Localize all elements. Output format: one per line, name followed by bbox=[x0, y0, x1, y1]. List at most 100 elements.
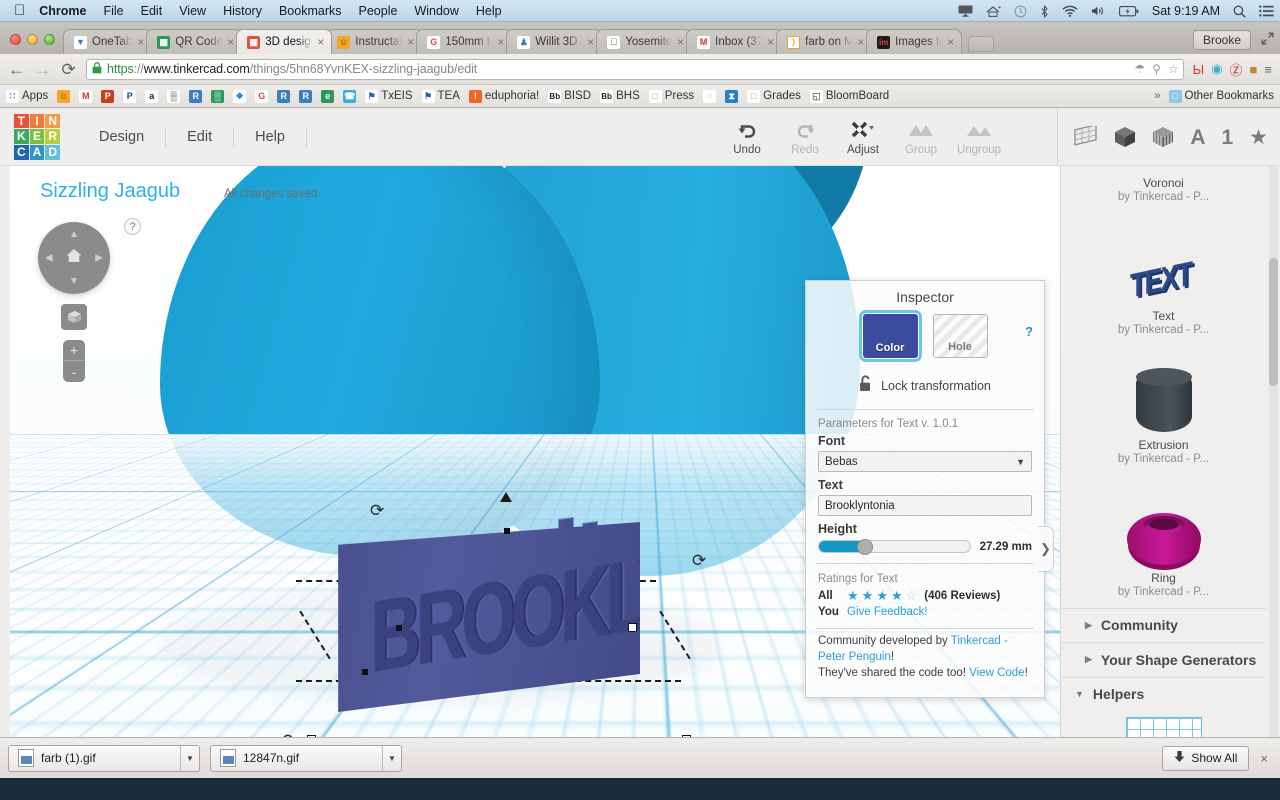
view-right-icon[interactable]: ▶ bbox=[95, 253, 103, 264]
tinkercad-logo[interactable]: T I N K E R C A D bbox=[14, 114, 60, 160]
slider-knob[interactable] bbox=[857, 539, 873, 555]
browser-tab[interactable]: G 150mm to × bbox=[416, 29, 512, 54]
design-title[interactable]: Sizzling Jaagub bbox=[40, 180, 180, 203]
resize-handle-tr[interactable] bbox=[628, 623, 637, 632]
bookmark-gmail[interactable]: M bbox=[79, 90, 92, 103]
download-menu-icon[interactable]: ▼ bbox=[180, 746, 199, 771]
question-mark-icon[interactable]: ? bbox=[124, 218, 141, 235]
maximize-window-button[interactable] bbox=[44, 34, 55, 45]
resize-handle-left-mid[interactable] bbox=[362, 669, 368, 675]
bookmark-hourglass[interactable]: ⧗ bbox=[725, 90, 738, 103]
hole-swatch-button[interactable]: Hole bbox=[933, 314, 988, 358]
close-tab-icon[interactable]: × bbox=[947, 35, 957, 49]
browser-tab[interactable]: ▼ OneTab × bbox=[63, 29, 152, 54]
view-code-link[interactable]: View Code bbox=[969, 667, 1024, 679]
rotate-handle-bottom[interactable]: ↷ bbox=[282, 731, 296, 737]
bookmark-paypal[interactable]: P bbox=[123, 90, 136, 103]
bookmark-remind2[interactable]: R bbox=[277, 90, 290, 103]
star-icon[interactable]: ★ bbox=[862, 588, 874, 604]
yandex-icon[interactable]: Ы bbox=[1193, 62, 1205, 77]
browser-tab[interactable]: ♟ Willit 3D P × bbox=[506, 29, 602, 54]
shield-icon[interactable]: ☂ bbox=[1134, 62, 1145, 76]
menu-help[interactable]: Help bbox=[234, 127, 307, 147]
ungroup-button[interactable]: Ungroup bbox=[950, 119, 1008, 156]
star-icon-empty[interactable]: ☆ bbox=[906, 588, 918, 604]
battery-icon[interactable] bbox=[1119, 6, 1139, 17]
menu-edit[interactable]: Edit bbox=[166, 127, 234, 147]
profile-button[interactable]: Brooke bbox=[1193, 30, 1251, 50]
browser-tab[interactable]: ⟩ farb on Ma × bbox=[776, 29, 872, 54]
height-slider[interactable] bbox=[818, 540, 971, 553]
rotate-handle-right[interactable]: ⟳ bbox=[692, 551, 706, 571]
give-feedback-link[interactable]: Give Feedback! bbox=[847, 606, 928, 618]
view-down-icon[interactable]: ▼ bbox=[69, 276, 79, 287]
shape-item-ring[interactable]: Ring by Tinkercad - P... bbox=[1061, 475, 1266, 608]
lock-transformation-row[interactable]: Lock transformation bbox=[806, 375, 1044, 396]
window-controls[interactable] bbox=[8, 34, 63, 54]
helper-grid-thumb[interactable] bbox=[1061, 711, 1266, 737]
browser-tab[interactable]: ☺ Instructab × bbox=[326, 29, 422, 54]
resize-handle-mid-left[interactable] bbox=[396, 625, 402, 631]
reload-icon[interactable]: ⟳ bbox=[60, 61, 77, 78]
rotate-handle-top[interactable]: ⟳ bbox=[370, 501, 384, 521]
zoom-in-button[interactable]: + bbox=[63, 340, 85, 361]
bookmark-press[interactable]: □Press bbox=[649, 90, 694, 103]
menu-people[interactable]: People bbox=[359, 4, 398, 18]
address-bar[interactable]: https://www.tinkercad.com/things/5hn68Yv… bbox=[86, 59, 1184, 80]
view-up-icon[interactable]: ▲ bbox=[69, 229, 79, 240]
download-item[interactable]: 12847n.gif ▼ bbox=[210, 745, 402, 772]
library-scrollbar-thumb[interactable] bbox=[1269, 258, 1278, 386]
close-icon[interactable]: × bbox=[1260, 751, 1272, 766]
home-sharing-icon[interactable] bbox=[986, 5, 1001, 17]
adblock-icon[interactable]: ■ bbox=[1250, 62, 1258, 77]
chrome-menu-icon[interactable]: ≡ bbox=[1264, 62, 1272, 77]
zoom-out-button[interactable]: - bbox=[63, 361, 85, 382]
browser-tab[interactable]: M Inbox (376 × bbox=[686, 29, 782, 54]
view-cube[interactable]: ▲ ▼ ◀ ▶ ? bbox=[38, 222, 110, 294]
library-section-community[interactable]: ▶ Community bbox=[1061, 608, 1266, 642]
resize-handle-bl[interactable] bbox=[307, 735, 316, 737]
workplane-icon[interactable] bbox=[1074, 126, 1098, 148]
bookmark-grades[interactable]: □Grades bbox=[747, 90, 801, 103]
redo-button[interactable]: Redo bbox=[776, 119, 834, 156]
bookmark-bhs[interactable]: BbBHS bbox=[600, 90, 640, 103]
panel-collapse-button[interactable]: ❯ bbox=[1038, 526, 1054, 572]
bookmark-tea[interactable]: ⚑TEA bbox=[422, 90, 460, 103]
search-icon[interactable] bbox=[1233, 5, 1246, 18]
group-button[interactable]: Group bbox=[892, 119, 950, 156]
browser-tab[interactable]: im Images to × bbox=[866, 29, 962, 54]
star-icon[interactable]: ★ bbox=[1249, 127, 1268, 148]
star-icon[interactable]: ★ bbox=[876, 588, 888, 604]
star-rating[interactable]: ★ ★ ★ ★ ☆ bbox=[847, 588, 917, 604]
bookmark-phone[interactable]: ☎ bbox=[343, 90, 356, 103]
bookmark-powerpoint[interactable]: P bbox=[101, 90, 114, 103]
menu-bookmarks[interactable]: Bookmarks bbox=[279, 4, 342, 18]
new-tab-button[interactable] bbox=[968, 36, 994, 52]
list-icon[interactable] bbox=[1259, 5, 1274, 17]
color-swatch-button[interactable]: Color bbox=[863, 314, 918, 358]
bookmark-amazon[interactable]: a bbox=[145, 90, 158, 103]
bluetooth-icon[interactable] bbox=[1040, 5, 1049, 18]
menu-design[interactable]: Design bbox=[78, 127, 166, 147]
bookmark-google[interactable]: G bbox=[255, 90, 268, 103]
adjust-button[interactable]: Adjust bbox=[834, 119, 892, 156]
browser-tab-active[interactable]: ▦ 3D design × bbox=[236, 29, 332, 54]
shape-item-text[interactable]: TEXT Text by Tinkercad - P... bbox=[1061, 213, 1266, 346]
browser-tab[interactable]: ▦ QR Code L × bbox=[146, 29, 242, 54]
bookmark-bisd[interactable]: BbBISD bbox=[548, 90, 591, 103]
star-icon[interactable]: ☆ bbox=[1168, 62, 1179, 76]
menu-file[interactable]: File bbox=[103, 4, 123, 18]
shaded-cube-icon[interactable] bbox=[1152, 126, 1174, 148]
bookmark-bloomboard[interactable]: ◱BloomBoard bbox=[810, 90, 889, 103]
resize-handle-top-mid[interactable] bbox=[504, 528, 510, 534]
forward-arrow-icon[interactable]: → bbox=[34, 61, 51, 78]
menu-window[interactable]: Window bbox=[414, 4, 458, 18]
menu-edit[interactable]: Edit bbox=[141, 4, 163, 18]
resize-handle-br[interactable] bbox=[682, 735, 691, 737]
menu-chrome[interactable]: Chrome bbox=[39, 4, 86, 18]
number-1-icon[interactable]: 1 bbox=[1221, 127, 1233, 148]
text-A-icon[interactable]: A bbox=[1190, 127, 1205, 148]
bookmark-qrcode[interactable]: ▒ bbox=[167, 90, 180, 103]
library-scrollbar-track[interactable] bbox=[1269, 166, 1278, 737]
download-item[interactable]: farb (1).gif ▼ bbox=[8, 745, 200, 772]
